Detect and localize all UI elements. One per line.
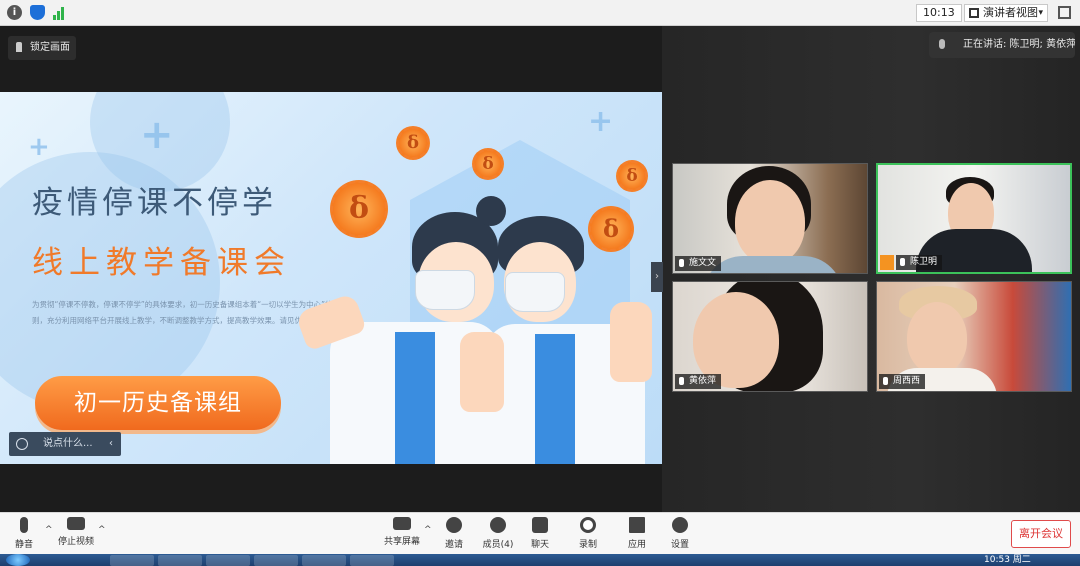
virus-icon: δ <box>472 148 504 180</box>
members-button[interactable]: 成员(4) <box>476 517 520 550</box>
microphone-icon <box>883 377 888 385</box>
windows-taskbar: 10:53 周二 <box>0 554 1080 566</box>
windows-start-icon[interactable] <box>6 554 30 566</box>
plus-decoration-icon: + <box>588 104 614 139</box>
add-person-icon <box>446 517 462 533</box>
info-icon[interactable]: i <box>7 5 22 20</box>
meeting-timer: 10:13 <box>916 4 962 22</box>
taskbar-app-icon[interactable] <box>158 555 202 566</box>
taskbar-app-icon[interactable] <box>110 555 154 566</box>
speaker-view-label: 演讲者视图 <box>983 6 1038 19</box>
slide-title: 疫情停课不停学 <box>32 185 277 221</box>
speaker-view-icon <box>969 8 979 18</box>
emoji-icon[interactable] <box>16 438 28 450</box>
collapse-gallery-button[interactable]: › <box>651 262 663 292</box>
mute-button[interactable]: 静音 <box>2 517 46 550</box>
leave-meeting-button[interactable]: 离开会议 <box>1011 520 1071 548</box>
share-screen-icon <box>393 517 411 530</box>
taskbar-app-icon[interactable] <box>350 555 394 566</box>
microphone-icon <box>679 377 684 385</box>
record-button[interactable]: 录制 <box>566 517 610 550</box>
chat-input-placeholder: 说点什么... <box>43 438 93 449</box>
video-camera-icon <box>67 517 85 530</box>
meeting-toolbar: 静音 ^ 停止视频 ^ 共享屏幕 ^ 邀请 成员(4) 聊天 录制 应用 设置 … <box>0 512 1080 554</box>
lock-screen-button[interactable]: 锁定画面 <box>8 36 76 60</box>
audio-options-chevron-icon[interactable]: ^ <box>45 525 53 535</box>
taskbar-app-icon[interactable] <box>254 555 298 566</box>
microphone-icon <box>900 258 905 266</box>
collapse-chat-icon[interactable]: ‹ <box>109 432 113 456</box>
shield-icon[interactable] <box>30 5 45 20</box>
video-tile[interactable]: 黄依萍 <box>672 281 868 392</box>
participant-name-tag: 黄依萍 <box>675 374 722 389</box>
slide-subtitle: 线上教学备课会 <box>32 245 291 281</box>
apps-grid-icon <box>629 517 645 533</box>
host-badge-icon <box>880 255 894 270</box>
fullscreen-icon[interactable] <box>1058 6 1071 19</box>
apps-button[interactable]: 应用 <box>615 517 659 550</box>
taskbar-app-icon[interactable] <box>302 555 346 566</box>
lock-screen-label: 锁定画面 <box>30 42 70 53</box>
chat-input-bar[interactable]: 说点什么... ‹ <box>9 432 121 456</box>
microphone-icon <box>20 517 28 533</box>
now-speaking-text: 正在讲话: 陈卫明; 黄依萍; <box>963 39 1075 50</box>
video-options-chevron-icon[interactable]: ^ <box>98 525 106 535</box>
plus-decoration-icon: + <box>140 112 174 158</box>
virus-icon: δ <box>396 126 430 160</box>
stop-video-button[interactable]: 停止视频 <box>54 517 98 547</box>
now-speaking-indicator: 正在讲话: 陈卫明; 黄依萍; <box>929 32 1075 58</box>
top-bar: i 10:13 演讲者视图 ▾ <box>0 0 1080 26</box>
presentation-slide: + + + 疫情停课不停学 线上教学备课会 为贯彻“停课不停教，停课不停学”的具… <box>0 92 662 464</box>
chat-button[interactable]: 聊天 <box>518 517 562 550</box>
chat-bubble-icon <box>532 517 548 533</box>
plus-decoration-icon: + <box>28 132 50 162</box>
doctors-illustration <box>295 196 660 464</box>
group-name-banner: 初一历史备课组 <box>35 376 281 430</box>
video-tile[interactable]: 施文文 <box>672 163 868 274</box>
system-clock: 10:53 周二 <box>984 555 1031 565</box>
virus-icon: δ <box>616 160 648 192</box>
microphone-icon <box>679 259 684 267</box>
share-screen-button[interactable]: 共享屏幕 <box>380 517 424 547</box>
invite-button[interactable]: 邀请 <box>432 517 476 550</box>
chevron-down-icon: ▾ <box>1038 8 1043 18</box>
participant-name-tag: 周西西 <box>879 374 926 389</box>
video-tile-active-speaker[interactable]: 陈卫明 <box>876 163 1072 274</box>
participant-name-tag: 施文文 <box>675 256 722 271</box>
participant-name-tag: 陈卫明 <box>896 255 943 270</box>
record-icon <box>580 517 596 533</box>
gear-icon <box>672 517 688 533</box>
microphone-icon <box>939 39 945 49</box>
speaker-view-dropdown[interactable]: 演讲者视图 ▾ <box>964 4 1048 22</box>
network-signal-icon[interactable] <box>52 5 67 20</box>
pin-icon <box>16 42 22 52</box>
settings-button[interactable]: 设置 <box>658 517 702 550</box>
share-options-chevron-icon[interactable]: ^ <box>424 525 432 535</box>
taskbar-app-icon[interactable] <box>206 555 250 566</box>
people-icon <box>490 517 506 533</box>
video-tile[interactable]: 周西西 <box>876 281 1072 392</box>
